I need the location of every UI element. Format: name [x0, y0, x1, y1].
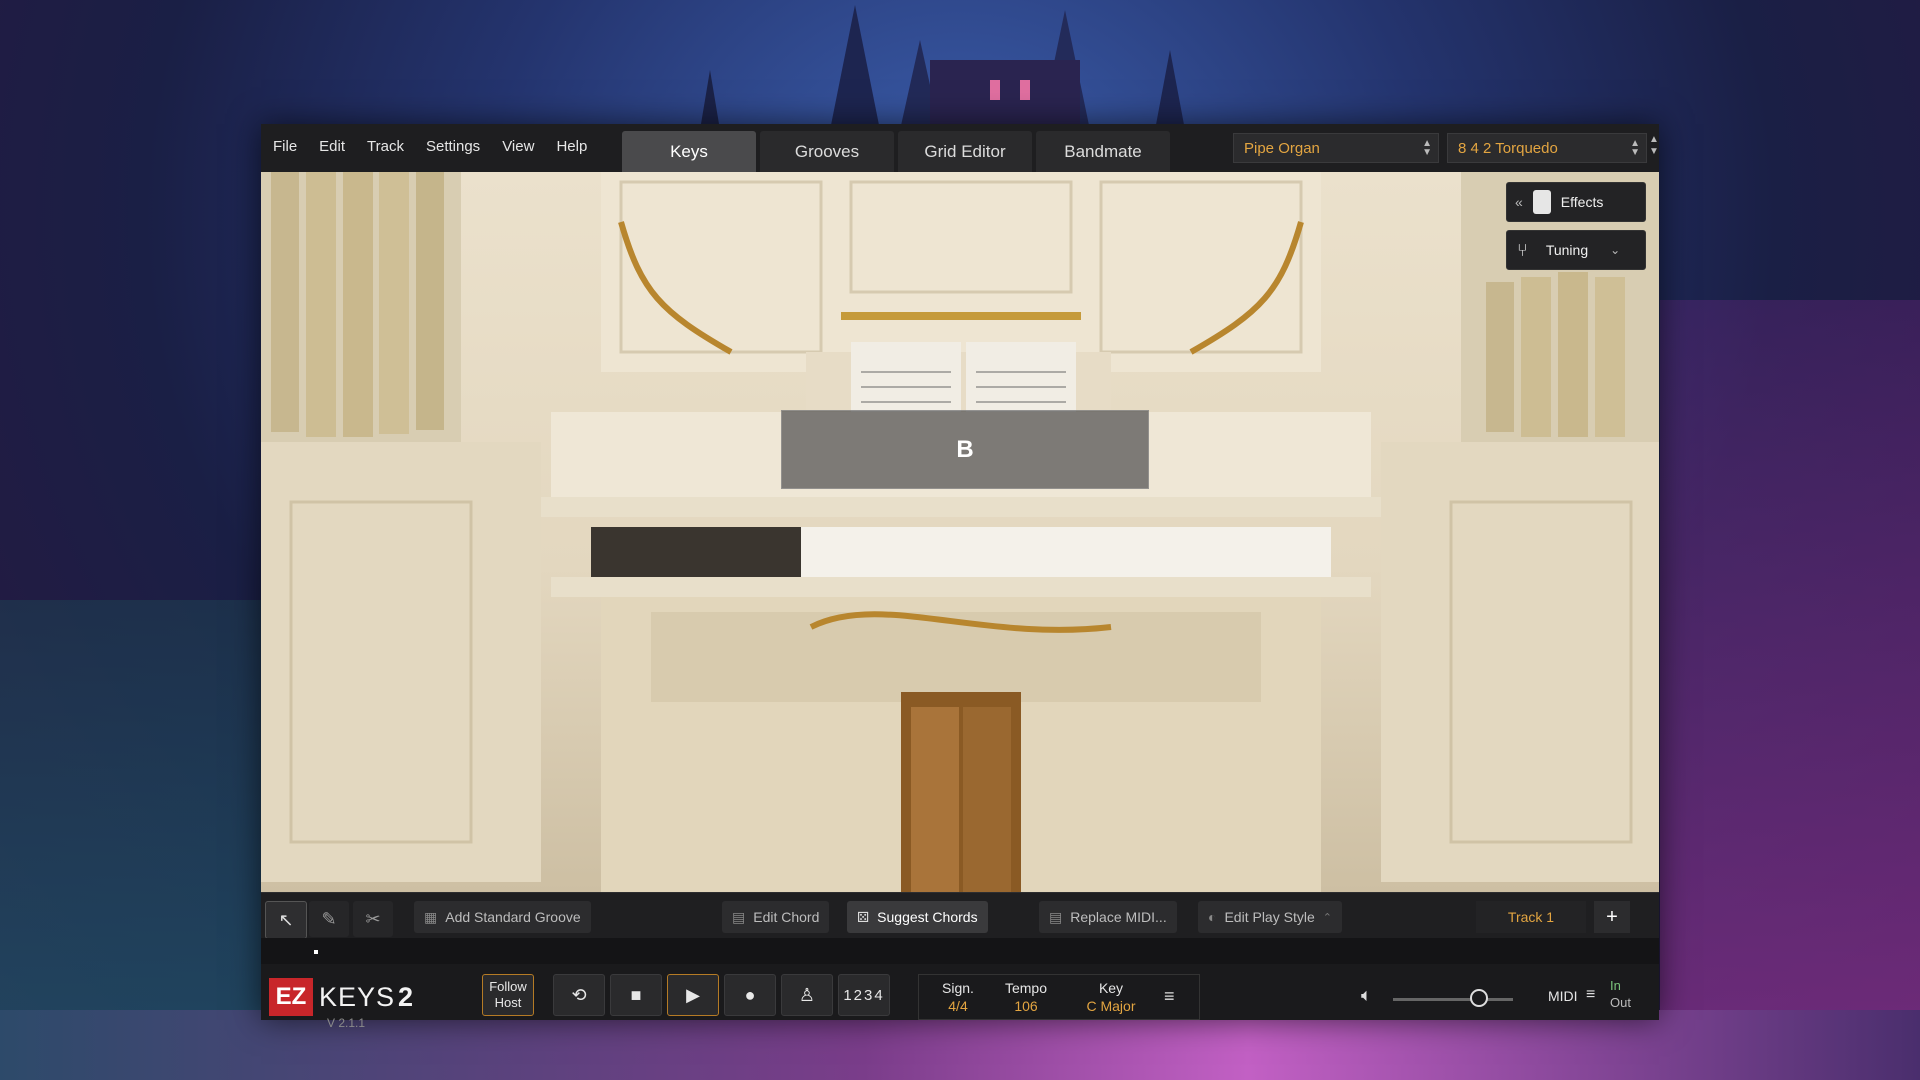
logo-ez: EZ	[269, 978, 313, 1016]
add-standard-groove-button[interactable]: ▦ Add Standard Groove	[414, 901, 591, 933]
right-organ-pipes	[1381, 172, 1659, 882]
midi-list-icon: ▤	[1049, 908, 1063, 925]
menu-bar: File Edit Track Settings View Help	[273, 138, 587, 155]
volume-slider-knob[interactable]	[1470, 989, 1489, 1007]
pipe-organ-illustration	[261, 172, 1659, 892]
add-standard-groove-label: Add Standard Groove	[445, 909, 581, 925]
updown-arrows-icon: ▲ ▼	[1422, 138, 1432, 158]
castle-silhouette	[700, 5, 1185, 130]
tab-bandmate[interactable]: Bandmate	[1036, 131, 1170, 172]
sound-preset-value: 8 4 2 Torquedo	[1458, 139, 1558, 157]
tempo-value: 106	[1014, 998, 1038, 1014]
scissors-tool-icon[interactable]: ✂	[353, 901, 393, 937]
logo-version-number: 2	[398, 981, 415, 1012]
tab-grooves[interactable]: Grooves	[760, 131, 894, 172]
speaker-icon[interactable]: 🔈︎	[1361, 985, 1372, 1006]
dice-icon: ⚄	[857, 908, 870, 925]
effects-pedal-icon	[1532, 190, 1551, 214]
preset-scroll-arrows-icon[interactable]: ▲ ▼	[1649, 134, 1659, 158]
song-timeline[interactable]	[261, 938, 1659, 964]
background-tree-right	[1660, 300, 1920, 1080]
metronome-icon[interactable]: ♙	[781, 974, 833, 1016]
grid-plus-icon: ▦	[424, 908, 438, 925]
tab-keys[interactable]: Keys	[622, 131, 756, 174]
menu-file[interactable]: File	[273, 138, 297, 155]
hamburger-menu-icon[interactable]: ≡	[1164, 986, 1175, 1007]
menu-view[interactable]: View	[502, 138, 534, 155]
instrument-stage: B « Effects ⑂ Tuning ⌄	[261, 172, 1659, 892]
midi-out-indicator: Out	[1610, 995, 1631, 1010]
track-name[interactable]: Track 1	[1476, 901, 1586, 933]
updown-arrows-icon: ▲ ▼	[1630, 138, 1640, 158]
menu-edit[interactable]: Edit	[319, 138, 345, 155]
key-value: C Major	[1086, 998, 1136, 1014]
replace-midi-button[interactable]: ▤ Replace MIDI...	[1039, 901, 1177, 933]
play-icon[interactable]: ▶	[667, 974, 719, 1016]
top-bar: File Edit Track Settings View Help Keys …	[261, 124, 1659, 174]
transport-bar: EZ KEYS 2 V 2.1.1 Follow Host ⟲ ■ ▶ ● ♙ …	[261, 964, 1659, 1030]
tuning-fork-icon: ⑂	[1517, 239, 1528, 260]
pencil-tool-icon[interactable]: ✎	[309, 901, 349, 937]
effects-label: Effects	[1560, 194, 1604, 210]
suggest-chords-button[interactable]: ⚄ Suggest Chords	[847, 901, 988, 933]
logo-keys: KEYS	[319, 981, 396, 1012]
volume-slider[interactable]	[1393, 998, 1513, 1001]
tempo-label: Tempo	[1004, 980, 1048, 996]
edit-play-style-button[interactable]: ◐ Edit Play Style ⌃	[1198, 901, 1342, 933]
main-tabs: Keys Grooves Grid Editor Bandmate	[622, 131, 1170, 174]
effects-button[interactable]: « Effects	[1506, 182, 1646, 222]
menu-help[interactable]: Help	[556, 138, 587, 155]
key-label: Key	[1098, 980, 1124, 996]
follow-host-button[interactable]: Follow Host	[482, 974, 534, 1016]
replace-midi-label: Replace MIDI...	[1070, 909, 1167, 925]
chevron-down-icon: ⌄	[1610, 243, 1621, 257]
chevron-up-icon: ⌃	[1322, 911, 1332, 924]
sign-label: Sign.	[942, 980, 974, 996]
select-tool-icon[interactable]: ↖	[265, 901, 307, 939]
midi-in-indicator: In	[1610, 978, 1621, 993]
count-in-button[interactable]: 1234	[838, 974, 890, 1016]
time-signature[interactable]: Sign. 4/4	[933, 980, 983, 1014]
instrument-preset-select[interactable]: Pipe Organ ▲ ▼	[1233, 133, 1439, 163]
midi-label: MIDI	[1548, 988, 1578, 1004]
background-trees	[0, 600, 270, 1080]
organ-keyboard	[591, 527, 1331, 577]
sound-preset-select[interactable]: 8 4 2 Torquedo ▲ ▼	[1447, 133, 1647, 163]
editing-toolbar: ↖ ✎ ✂ ▦ Add Standard Groove ▤ Edit Chord…	[261, 892, 1659, 939]
instrument-preset-value: Pipe Organ	[1244, 139, 1320, 157]
suggest-chords-label: Suggest Chords	[877, 909, 978, 925]
left-organ-pipes	[261, 172, 541, 882]
collapse-chevron-icon: «	[1515, 194, 1523, 210]
edit-chord-label: Edit Chord	[753, 909, 820, 925]
menu-track[interactable]: Track	[367, 138, 404, 155]
record-icon[interactable]: ●	[724, 974, 776, 1016]
tuning-label: Tuning	[1545, 242, 1589, 258]
play-style-icon: ◐	[1208, 909, 1217, 925]
loop-icon[interactable]: ⟲	[553, 974, 605, 1016]
playhead-marker[interactable]	[314, 950, 318, 954]
song-key[interactable]: Key C Major	[1071, 980, 1151, 1014]
sign-value: 4/4	[948, 998, 968, 1014]
midi-menu-icon[interactable]: ≡	[1586, 986, 1595, 1004]
stop-icon[interactable]: ■	[610, 974, 662, 1016]
ezkeys-logo: EZ KEYS 2 V 2.1.1	[269, 978, 415, 1030]
menu-settings[interactable]: Settings	[426, 138, 480, 155]
tuning-button[interactable]: ⑂ Tuning ⌄	[1506, 230, 1646, 270]
background-ground	[0, 1010, 1920, 1080]
chord-display: B	[781, 410, 1149, 489]
add-track-button[interactable]: +	[1594, 901, 1630, 933]
tab-grid-editor[interactable]: Grid Editor	[898, 131, 1032, 172]
ezkeys-window: File Edit Track Settings View Help Keys …	[261, 124, 1659, 1030]
tempo[interactable]: Tempo 106	[996, 980, 1056, 1014]
chord-grid-icon: ▤	[732, 908, 746, 925]
version-text: V 2.1.1	[327, 1016, 366, 1030]
edit-chord-button[interactable]: ▤ Edit Chord	[722, 901, 830, 933]
edit-play-style-label: Edit Play Style	[1224, 909, 1315, 925]
